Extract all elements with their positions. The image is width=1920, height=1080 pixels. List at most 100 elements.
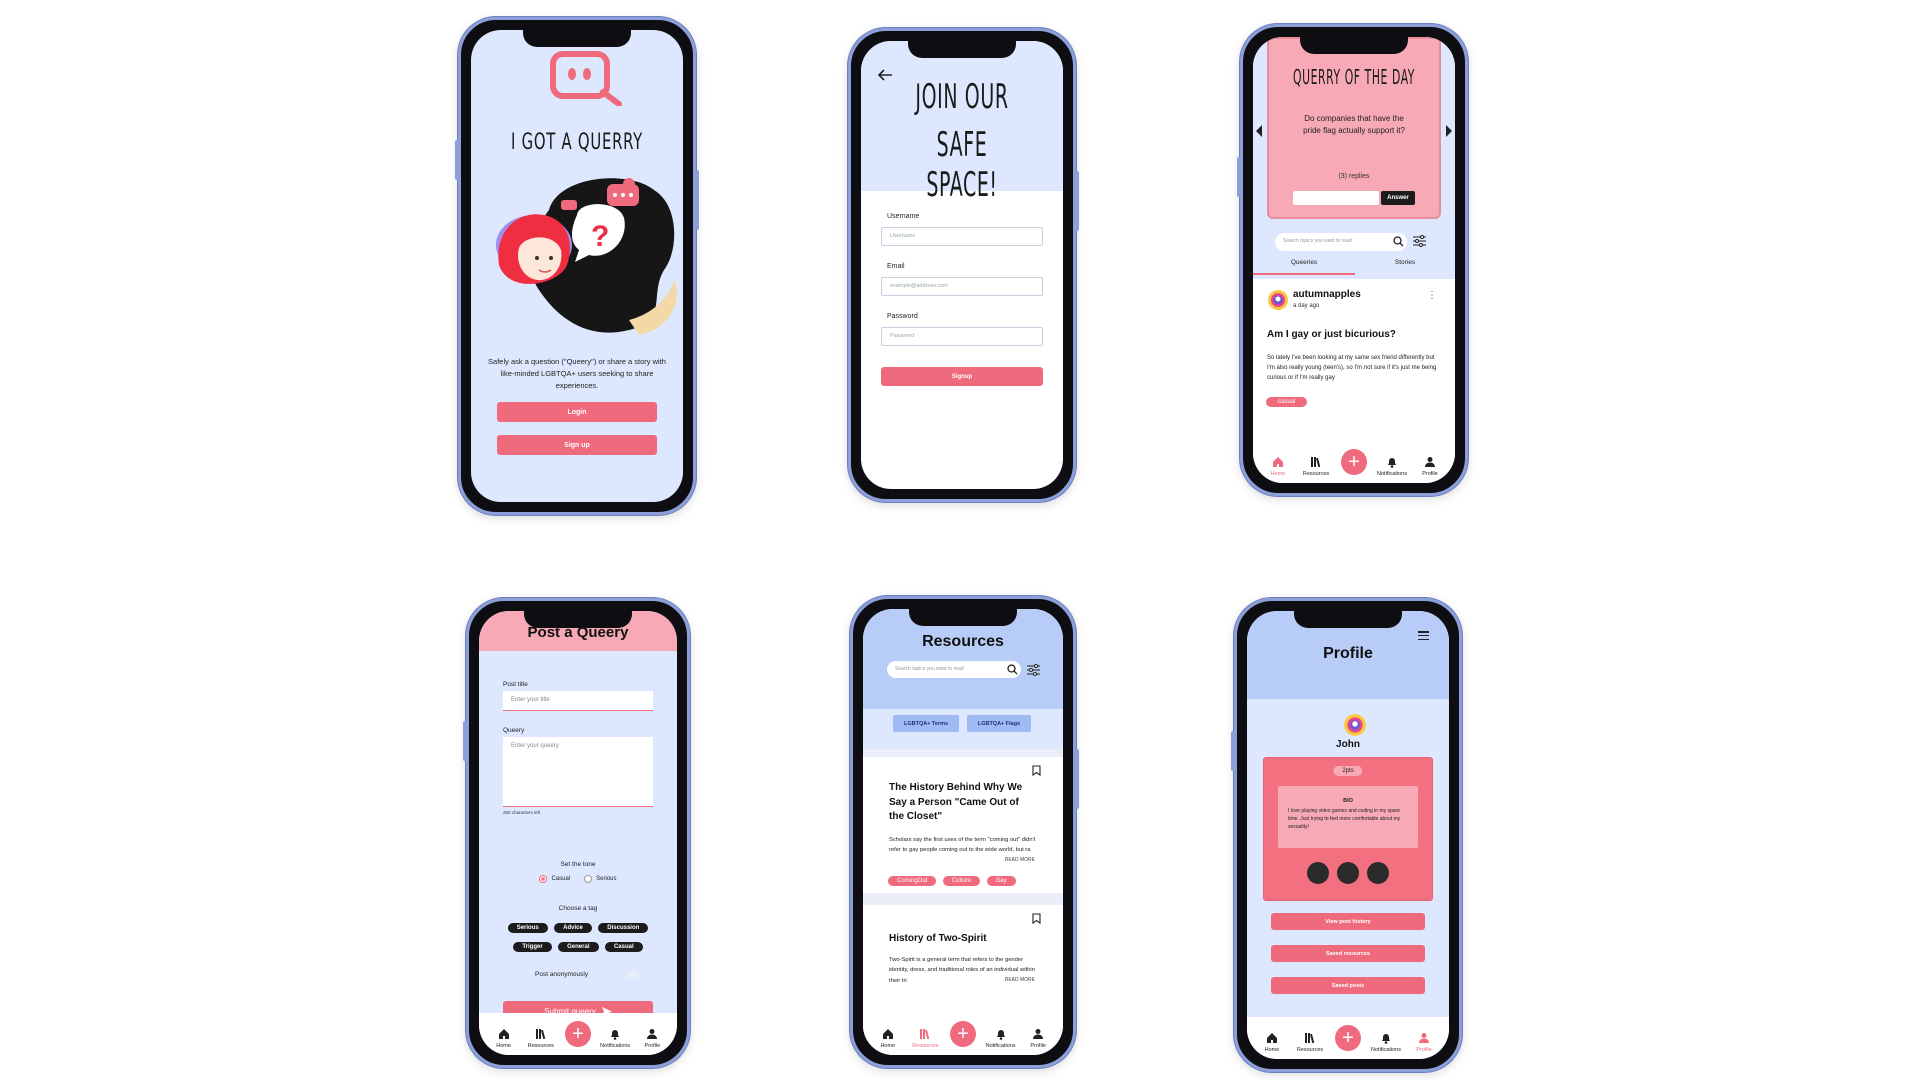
post-title[interactable]: Am I gay or just bicurious?: [1267, 329, 1396, 340]
nav-notifications[interactable]: Notifications: [599, 1028, 631, 1049]
phone-profile: Profile John 2pts BIO I love playing vid…: [1231, 598, 1462, 1072]
password-field[interactable]: Password: [881, 327, 1043, 346]
badges-row: [1264, 862, 1432, 884]
nav-add[interactable]: +: [1332, 1025, 1364, 1053]
qotd-replies: (3) replies: [1338, 173, 1370, 180]
app-title: I GOT A QUERRY: [511, 130, 643, 155]
bottom-nav: Home Resources + Notifications Profile: [1253, 441, 1455, 483]
nav-resources[interactable]: Resources: [525, 1028, 557, 1049]
avatar: [1344, 714, 1366, 736]
bell-icon: [996, 1030, 1005, 1040]
saved-resources-button[interactable]: Saved resources: [1271, 945, 1425, 962]
badge-slot[interactable]: [1307, 862, 1329, 884]
tone-serious-radio[interactable]: Serious: [584, 875, 617, 883]
chars-left: 250 characters left: [503, 810, 541, 815]
tag-label: Choose a tag: [558, 905, 598, 912]
nav-home[interactable]: Home: [1256, 1032, 1288, 1053]
tag-chip[interactable]: Culture: [942, 876, 981, 886]
carousel-prev-icon[interactable]: [1255, 125, 1263, 137]
tag-chip[interactable]: Trigger: [513, 942, 552, 952]
hero-illustration: ?: [496, 178, 678, 335]
nav-resources[interactable]: Resources: [1300, 456, 1332, 477]
anon-toggle[interactable]: [627, 971, 639, 978]
add-icon: +: [564, 1021, 591, 1047]
post-queery-screen: Post a Queery Post title Enter your titl…: [479, 611, 677, 1055]
signup-button[interactable]: Sign up: [497, 435, 657, 455]
menu-icon[interactable]: [1418, 631, 1429, 641]
filter-flags[interactable]: LGBTQA+ Flags: [967, 715, 1031, 732]
nav-resources[interactable]: Resources: [909, 1028, 941, 1049]
tone-label: Set the tone: [560, 861, 596, 868]
nav-profile[interactable]: Profile: [1408, 1032, 1440, 1053]
username-field[interactable]: Username: [881, 227, 1043, 246]
carousel-next-icon[interactable]: [1445, 125, 1453, 137]
tag-chip[interactable]: ComingOut: [888, 876, 937, 886]
resources-search-input[interactable]: Search topics you want to read: [887, 661, 1021, 678]
saved-posts-button[interactable]: Saved posts: [1271, 977, 1425, 994]
filter-icon[interactable]: [1413, 235, 1426, 247]
tone-casual-radio[interactable]: Casual: [539, 875, 570, 883]
post-title-input[interactable]: Enter your title: [503, 691, 653, 711]
nav-resources[interactable]: Resources: [1294, 1032, 1326, 1053]
search-icon[interactable]: [1393, 236, 1404, 247]
qotd-question: Do companies that have the pride flag ac…: [1303, 114, 1405, 135]
tag-chip[interactable]: Advice: [554, 923, 592, 933]
answer-input[interactable]: [1293, 191, 1379, 205]
nav-add[interactable]: +: [947, 1021, 979, 1049]
nav-home[interactable]: Home: [1262, 456, 1294, 477]
nav-notifications[interactable]: Notifications: [1376, 456, 1408, 477]
bottom-nav: Home Resources + Notifications Profile: [863, 1013, 1063, 1055]
queery-textarea[interactable]: Enter your queery: [503, 737, 653, 807]
post-tag[interactable]: casual: [1266, 397, 1308, 407]
filter-icon[interactable]: [1027, 664, 1040, 676]
resources-title: Resources: [922, 633, 1004, 650]
profile-title: Profile: [1323, 645, 1373, 662]
bookmark-icon[interactable]: [1032, 913, 1041, 924]
user-icon: [1419, 1033, 1429, 1043]
bio-text: I love playing video games and coding in…: [1288, 808, 1401, 830]
email-field[interactable]: example@address.com: [881, 277, 1043, 296]
signup-screen: JOIN OUR SAFE SPACE! Username Username E…: [861, 41, 1063, 489]
signup-submit-button[interactable]: Signup: [881, 367, 1043, 386]
books-icon: [1311, 457, 1321, 468]
login-button[interactable]: Login: [497, 402, 657, 422]
article-title[interactable]: History of Two-Spirit: [889, 933, 1025, 944]
nav-add[interactable]: +: [562, 1021, 594, 1049]
view-post-history-button[interactable]: View post history: [1271, 913, 1425, 930]
password-label: Password: [887, 313, 918, 320]
tag-chip[interactable]: Casual: [604, 942, 643, 952]
article-title[interactable]: The History Behind Why We Say a Person "…: [889, 781, 1025, 825]
profile-card: 2pts BIO I love playing video games and …: [1263, 757, 1433, 901]
post-page-title: Post a Queery: [527, 624, 629, 641]
home-icon: [498, 1029, 509, 1039]
nav-home[interactable]: Home: [872, 1028, 904, 1049]
nav-notifications[interactable]: Notifications: [985, 1028, 1017, 1049]
more-options-icon[interactable]: ⋮: [1427, 291, 1437, 301]
tab-queeries[interactable]: Queeries: [1253, 259, 1355, 275]
article-card[interactable]: The History Behind Why We Say a Person "…: [863, 757, 1063, 893]
nav-profile[interactable]: Profile: [1022, 1028, 1054, 1049]
tag-chip[interactable]: General: [558, 942, 599, 952]
search-icon[interactable]: [1007, 664, 1018, 675]
badge-slot[interactable]: [1337, 862, 1359, 884]
post-username[interactable]: autumnapples: [1293, 289, 1361, 300]
nav-profile[interactable]: Profile: [1414, 456, 1446, 477]
arrow-left-icon[interactable]: [877, 69, 893, 81]
nav-add[interactable]: +: [1338, 449, 1370, 477]
tag-chip[interactable]: Gay: [986, 876, 1016, 886]
read-more-link[interactable]: READ MORE: [1000, 977, 1035, 983]
bookmark-icon[interactable]: [1032, 765, 1041, 776]
tab-stories[interactable]: Stories: [1355, 259, 1455, 275]
post-card[interactable]: autumnapples a day ago ⋮ Am I gay or jus…: [1253, 279, 1455, 419]
tag-chip[interactable]: Discussion: [598, 923, 649, 933]
filter-terms[interactable]: LGBTQA+ Terms: [893, 715, 959, 732]
nav-home[interactable]: Home: [488, 1028, 520, 1049]
nav-profile[interactable]: Profile: [636, 1028, 668, 1049]
home-search-input[interactable]: Search topics you want to read: [1275, 233, 1407, 251]
read-more-link[interactable]: READ MORE: [1000, 857, 1035, 863]
tag-chip[interactable]: Serious: [507, 923, 548, 933]
side-button: [455, 140, 459, 180]
answer-button[interactable]: Answer: [1381, 191, 1415, 205]
nav-notifications[interactable]: Notifications: [1370, 1032, 1402, 1053]
badge-slot[interactable]: [1367, 862, 1389, 884]
